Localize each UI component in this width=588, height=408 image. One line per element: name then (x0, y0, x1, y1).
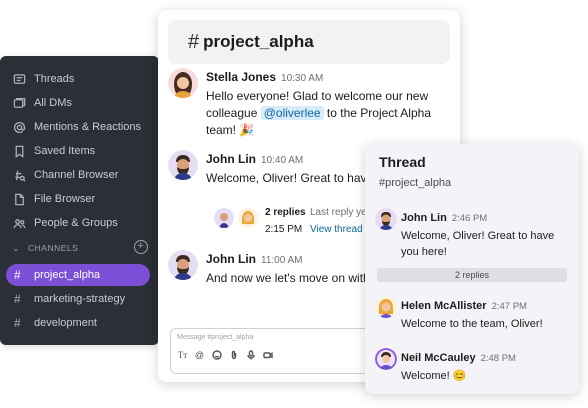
message-author[interactable]: Stella Jones (206, 70, 276, 84)
bookmark-icon (12, 144, 26, 158)
sidebar: Threads All DMs Mentions & Reactions Sav… (0, 56, 159, 345)
channel-browser-icon (12, 168, 26, 182)
hash-icon: # (14, 316, 21, 330)
at-icon (12, 120, 26, 134)
reply-time: 2:15 PM (265, 224, 303, 235)
sidebar-item-saved[interactable]: Saved Items (12, 141, 95, 161)
message-time: 10:30 AM (281, 73, 324, 84)
chevron-down-icon[interactable]: ⌄ (12, 243, 22, 254)
message-text: Welcome to the team, Oliver! (401, 318, 543, 330)
sidebar-item-label: All DMs (34, 97, 72, 109)
message-author[interactable]: John Lin (206, 152, 256, 166)
composer-toolbar: Tт @ (177, 349, 273, 360)
sidebar-item-label: Mentions & Reactions (34, 121, 141, 133)
attachment-icon[interactable] (228, 349, 239, 360)
channel-label: development (34, 317, 97, 329)
dms-icon (12, 96, 26, 110)
sidebar-item-label: File Browser (34, 193, 96, 205)
text-format-icon[interactable]: Tт (177, 349, 188, 360)
last-reply: Last reply ye (310, 207, 367, 218)
sidebar-item-label: People & Groups (34, 217, 118, 229)
message-text: Hello everyone! Glad to welcome our new … (206, 88, 456, 139)
microphone-icon[interactable] (245, 349, 256, 360)
replies-divider: 2 replies (377, 268, 567, 282)
sidebar-item-people[interactable]: People & Groups (12, 213, 118, 233)
threads-icon (12, 72, 26, 86)
channel-label: project_alpha (34, 269, 101, 281)
message-text: Welcome, Oliver! Great to have you here! (401, 230, 555, 258)
channel-label: marketing-strategy (34, 293, 126, 305)
message-author[interactable]: Neil McCauley (401, 352, 476, 364)
sidebar-item-label: Saved Items (34, 145, 96, 157)
view-thread-link[interactable]: View thread (310, 224, 363, 235)
hash-icon: # (14, 292, 21, 306)
sidebar-item-channel-browser[interactable]: Channel Browser (12, 165, 118, 185)
emoji-icon[interactable] (211, 349, 222, 360)
people-icon (12, 216, 26, 230)
sidebar-item-mentions[interactable]: Mentions & Reactions (12, 117, 141, 137)
avatar (238, 208, 258, 228)
sidebar-item-threads[interactable]: Threads (12, 69, 74, 89)
reply-count: 2 replies (265, 207, 306, 218)
message-author[interactable]: John Lin (206, 252, 256, 266)
message-author[interactable]: Helen McAllister (401, 300, 487, 312)
message-time: 11:00 AM (261, 255, 303, 266)
avatar[interactable] (375, 348, 397, 370)
sidebar-item-label: Channel Browser (34, 169, 119, 181)
mention-chip[interactable]: @oliverlee (260, 106, 324, 120)
file-icon (12, 192, 26, 206)
avatar[interactable] (168, 68, 198, 98)
sidebar-item-all-dms[interactable]: All DMs (12, 93, 72, 113)
message-time: 2:46 PM (451, 213, 488, 224)
message-text: Welcome! 😊 (401, 370, 467, 382)
composer-placeholder: Message #project_alpha (177, 334, 254, 341)
avatar (214, 208, 234, 228)
sidebar-channel-marketing-strategy[interactable]: # marketing-strategy (6, 288, 150, 310)
message-author[interactable]: John Lin (401, 212, 447, 224)
at-icon[interactable]: @ (194, 349, 205, 360)
thread-channel[interactable]: #project_alpha (379, 177, 451, 189)
thread-panel: Thread #project_alpha John Lin 2:46 PM We… (365, 144, 579, 394)
sidebar-channel-development[interactable]: # development (6, 312, 150, 334)
message-time: 10:40 AM (261, 155, 304, 166)
channel-title: project_alpha (203, 32, 314, 51)
channel-header: # project_alpha (168, 20, 450, 64)
message-time: 2:48 PM (480, 353, 516, 364)
channels-header[interactable]: ⌄ CHANNELS + (12, 240, 148, 256)
avatar[interactable] (168, 150, 198, 180)
avatar[interactable] (375, 208, 397, 230)
hash-icon: # (14, 268, 21, 282)
hash-icon: # (188, 30, 200, 53)
sidebar-channel-project-alpha[interactable]: # project_alpha (6, 264, 150, 286)
avatar[interactable] (375, 296, 397, 318)
sidebar-item-label: Threads (34, 73, 75, 85)
sidebar-item-file-browser[interactable]: File Browser (12, 189, 95, 209)
avatar[interactable] (168, 250, 198, 280)
thread-title: Thread (379, 154, 426, 170)
message-time: 2:47 PM (491, 301, 527, 312)
video-icon[interactable] (262, 349, 273, 360)
channels-header-label: CHANNELS (28, 243, 79, 253)
add-channel-icon[interactable]: + (134, 240, 148, 254)
